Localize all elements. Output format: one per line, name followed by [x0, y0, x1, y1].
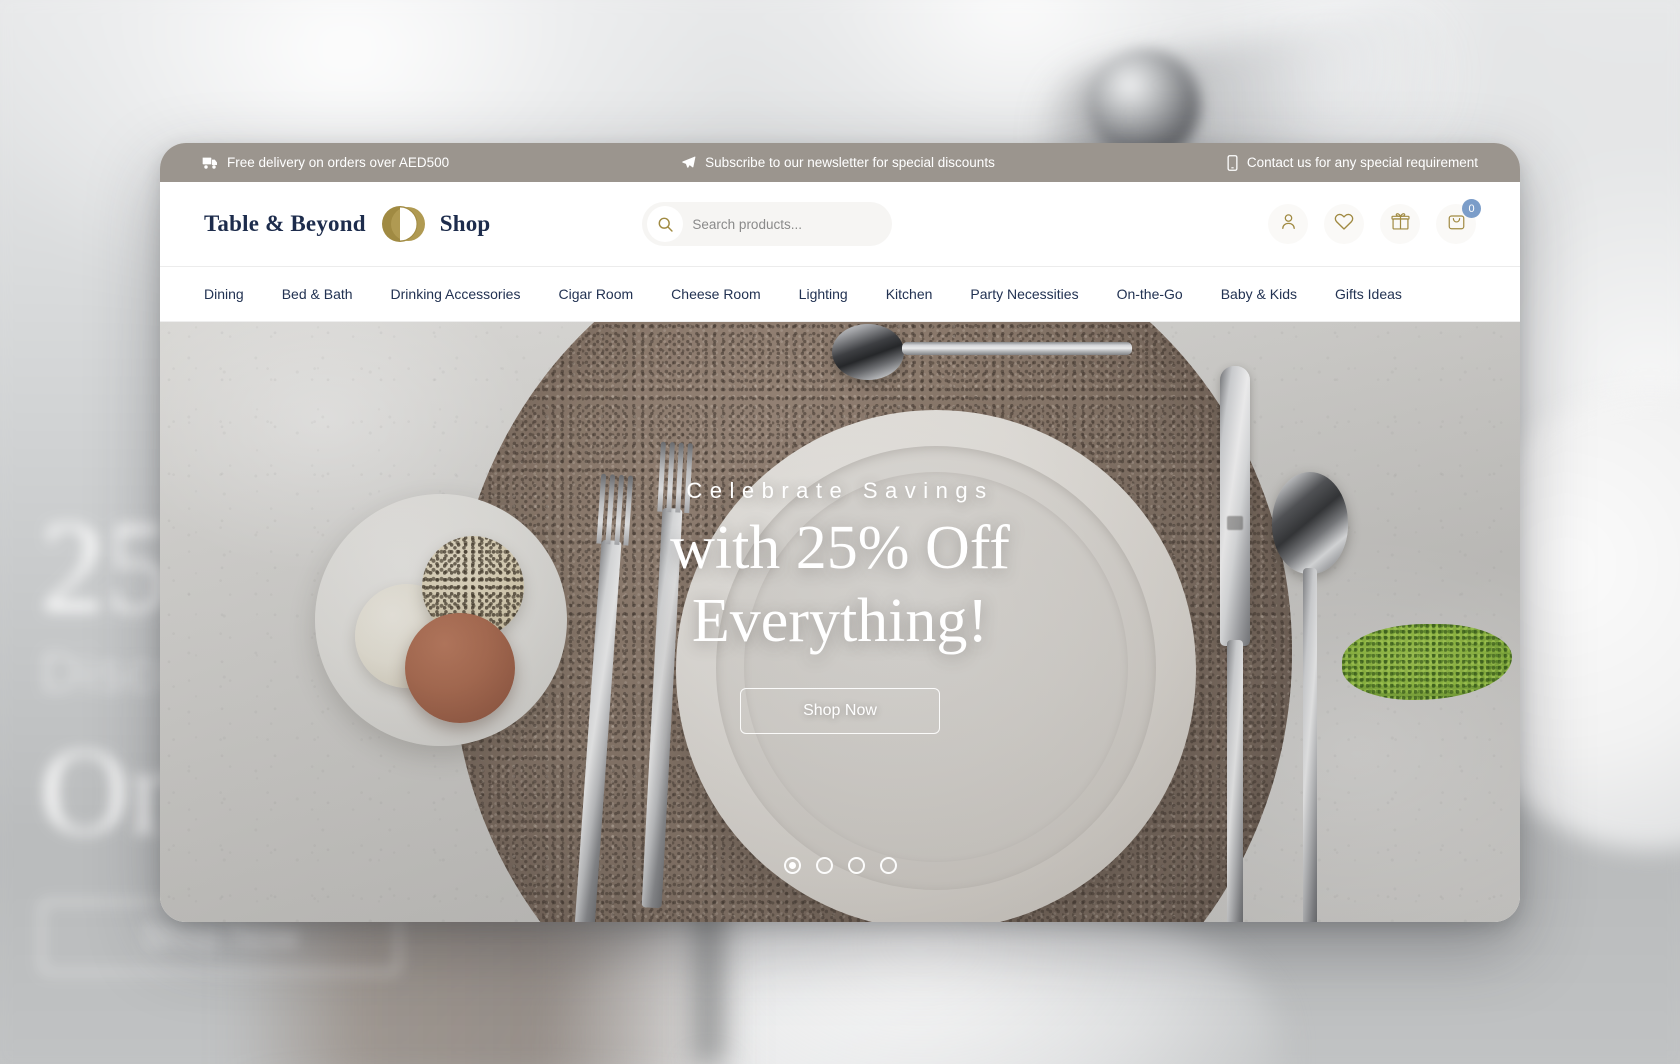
shopping-bag-icon — [1447, 212, 1466, 236]
nav-item-on-the-go[interactable]: On-the-Go — [1117, 286, 1183, 302]
brand-name-primary: Table & Beyond — [204, 211, 366, 236]
wishlist-icon-button[interactable] — [1324, 204, 1364, 244]
nav-item-gifts-ideas[interactable]: Gifts Ideas — [1335, 286, 1402, 302]
search-input[interactable] — [692, 216, 883, 232]
gift-icon-button[interactable] — [1380, 204, 1420, 244]
account-icon-button[interactable] — [1268, 204, 1308, 244]
main-navigation: Dining Bed & Bath Drinking Accessories C… — [160, 267, 1520, 322]
announcement-newsletter: Subscribe to our newsletter for special … — [681, 155, 995, 170]
delivery-truck-icon — [202, 156, 218, 170]
announcement-free-delivery-text: Free delivery on orders over AED500 — [227, 155, 450, 170]
nav-item-dining[interactable]: Dining — [204, 286, 244, 302]
cart-count-badge: 0 — [1462, 199, 1481, 218]
hero-title-line-2: Everything! — [691, 587, 989, 655]
brand-name-secondary: Shop — [439, 211, 491, 236]
announcement-contact: Contact us for any special requirement — [1227, 154, 1478, 171]
cart-icon-button[interactable]: 0 — [1436, 199, 1481, 244]
hero-carousel-dots — [160, 857, 1520, 874]
website-preview-card: Free delivery on orders over AED500 Subs… — [160, 143, 1520, 922]
nav-item-cigar-room[interactable]: Cigar Room — [558, 286, 633, 302]
hero-carousel-dot-2[interactable] — [815, 857, 833, 874]
hero-title: with 25% Off Everything! — [670, 512, 1010, 658]
announcement-newsletter-text: Subscribe to our newsletter for special … — [705, 155, 995, 170]
nav-item-drinking-accessories[interactable]: Drinking Accessories — [391, 286, 521, 302]
nav-item-baby-and-kids[interactable]: Baby & Kids — [1221, 286, 1297, 302]
wishlist-heart-icon — [1334, 212, 1354, 236]
hero-content: Celebrate Savings with 25% Off Everythin… — [160, 322, 1520, 922]
mobile-phone-icon — [1227, 154, 1238, 171]
nav-item-bed-and-bath[interactable]: Bed & Bath — [282, 286, 353, 302]
hero-carousel-dot-1[interactable] — [783, 857, 801, 874]
search-container — [642, 202, 893, 246]
announcement-bar: Free delivery on orders over AED500 Subs… — [160, 143, 1520, 182]
search-icon[interactable] — [647, 206, 684, 242]
hero-eyebrow-text: Celebrate Savings — [686, 477, 994, 503]
search-box[interactable] — [642, 202, 893, 246]
gift-icon — [1390, 212, 1410, 236]
logo-mark-icon — [380, 202, 426, 246]
nav-item-lighting[interactable]: Lighting — [799, 286, 848, 302]
paper-plane-icon — [681, 155, 696, 170]
hero-carousel-dot-4[interactable] — [879, 857, 897, 874]
announcement-contact-text: Contact us for any special requirement — [1246, 155, 1478, 170]
brand-logo[interactable]: Table & Beyond Shop — [204, 202, 490, 246]
hero-carousel-dot-3[interactable] — [847, 857, 865, 874]
nav-item-kitchen[interactable]: Kitchen — [886, 286, 933, 302]
hero-banner: Celebrate Savings with 25% Off Everythin… — [160, 322, 1520, 922]
hero-shop-now-button[interactable]: Shop Now — [740, 688, 940, 735]
account-icon — [1279, 212, 1298, 236]
nav-item-cheese-room[interactable]: Cheese Room — [671, 286, 761, 302]
announcement-free-delivery: Free delivery on orders over AED500 — [202, 155, 449, 170]
site-header: Table & Beyond Shop Search products... 0 — [160, 182, 1520, 267]
nav-item-party-necessities[interactable]: Party Necessities — [970, 286, 1078, 302]
header-icon-group: 0 — [1268, 199, 1481, 244]
hero-title-line-1: with 25% Off — [670, 513, 1010, 582]
